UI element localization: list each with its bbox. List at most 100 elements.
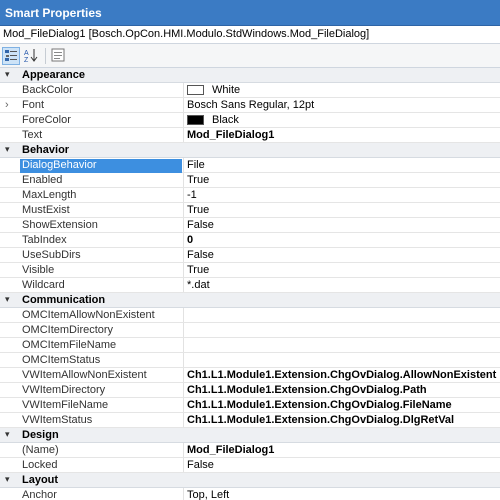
expand-chevron-icon[interactable]: ›: [5, 99, 9, 111]
property-name[interactable]: VWItemFileName: [22, 399, 182, 413]
property-row[interactable]: VWItemStatus Ch1.L1.Module1.Extension.Chg…: [0, 413, 500, 428]
property-value[interactable]: White: [212, 84, 240, 96]
category-behavior[interactable]: ▾ Behavior: [0, 143, 500, 158]
property-name[interactable]: OMCItemStatus: [22, 354, 182, 368]
property-pages-button[interactable]: [50, 47, 68, 65]
property-row[interactable]: VWItemFileName Ch1.L1.Module1.Extension.C…: [0, 398, 500, 413]
property-value[interactable]: Mod_FileDialog1: [187, 444, 274, 456]
property-row[interactable]: Visible True: [0, 263, 500, 278]
property-name[interactable]: OMCItemAllowNonExistent: [22, 309, 182, 323]
property-name[interactable]: Anchor: [22, 489, 182, 500]
property-name[interactable]: BackColor: [22, 84, 182, 98]
property-row[interactable]: BackColor White: [0, 83, 500, 98]
column-divider: [183, 278, 184, 292]
property-value[interactable]: Ch1.L1.Module1.Extension.ChgOvDialog.All…: [187, 369, 496, 381]
property-name[interactable]: UseSubDirs: [22, 249, 182, 263]
property-row[interactable]: ShowExtension False: [0, 218, 500, 233]
property-value[interactable]: File: [187, 159, 205, 171]
property-value[interactable]: False: [187, 219, 214, 231]
property-row[interactable]: Enabled True: [0, 173, 500, 188]
property-row[interactable]: UseSubDirs False: [0, 248, 500, 263]
property-value[interactable]: Ch1.L1.Module1.Extension.ChgOvDialog.Dlg…: [187, 414, 454, 426]
property-name[interactable]: Visible: [22, 264, 182, 278]
property-value[interactable]: Mod_FileDialog1: [187, 129, 274, 141]
property-name[interactable]: Enabled: [22, 174, 182, 188]
property-row[interactable]: OMCItemDirectory: [0, 323, 500, 338]
object-selector[interactable]: Mod_FileDialog1 [Bosch.OpCon.HMI.Modulo.…: [0, 26, 500, 44]
property-row[interactable]: DialogBehavior File: [0, 158, 500, 173]
property-name[interactable]: MaxLength: [22, 189, 182, 203]
property-row[interactable]: VWItemAllowNonExistent Ch1.L1.Module1.Ext…: [0, 368, 500, 383]
property-row[interactable]: Locked False: [0, 458, 500, 473]
property-name[interactable]: Font: [22, 99, 182, 113]
collapse-chevron-icon[interactable]: ▾: [5, 429, 10, 440]
property-value[interactable]: -1: [187, 189, 197, 201]
color-swatch: [187, 115, 204, 125]
property-name[interactable]: OMCItemFileName: [22, 339, 182, 353]
column-divider: [183, 218, 184, 232]
column-divider: [183, 383, 184, 397]
property-name[interactable]: ShowExtension: [22, 219, 182, 233]
property-row[interactable]: Text Mod_FileDialog1: [0, 128, 500, 143]
collapse-chevron-icon[interactable]: ▾: [5, 144, 10, 155]
category-layout[interactable]: ▾ Layout: [0, 473, 500, 488]
property-value[interactable]: Bosch Sans Regular, 12pt: [187, 99, 314, 111]
property-value[interactable]: False: [187, 249, 214, 261]
property-value[interactable]: True: [187, 204, 209, 216]
column-divider: [183, 98, 184, 112]
property-value[interactable]: Ch1.L1.Module1.Extension.ChgOvDialog.Pat…: [187, 384, 427, 396]
property-row[interactable]: OMCItemFileName: [0, 338, 500, 353]
property-row[interactable]: Wildcard *.dat: [0, 278, 500, 293]
category-communication[interactable]: ▾ Communication: [0, 293, 500, 308]
svg-text:Z: Z: [24, 57, 29, 63]
property-name[interactable]: VWItemDirectory: [22, 384, 182, 398]
property-row[interactable]: Anchor Top, Left: [0, 488, 500, 500]
property-value[interactable]: Ch1.L1.Module1.Extension.ChgOvDialog.Fil…: [187, 399, 452, 411]
alphabetical-sort-button[interactable]: A Z: [23, 47, 41, 65]
property-value[interactable]: Top, Left: [187, 489, 229, 500]
property-value[interactable]: 0: [187, 234, 193, 246]
property-name[interactable]: (Name): [22, 444, 182, 458]
column-divider: [183, 263, 184, 277]
column-divider: [183, 488, 184, 500]
property-name[interactable]: Locked: [22, 459, 182, 473]
property-row[interactable]: VWItemDirectory Ch1.L1.Module1.Extension.…: [0, 383, 500, 398]
property-row[interactable]: MaxLength -1: [0, 188, 500, 203]
property-value[interactable]: True: [187, 264, 209, 276]
category-label: Design: [22, 429, 59, 441]
column-divider: [183, 338, 184, 352]
svg-text:A: A: [24, 50, 29, 57]
property-name[interactable]: VWItemStatus: [22, 414, 182, 428]
property-row[interactable]: (Name) Mod_FileDialog1: [0, 443, 500, 458]
property-name[interactable]: TabIndex: [22, 234, 182, 248]
column-divider: [183, 398, 184, 412]
property-value[interactable]: False: [187, 459, 214, 471]
property-row[interactable]: TabIndex 0: [0, 233, 500, 248]
sort-az-icon: A Z: [24, 49, 38, 64]
property-name[interactable]: DialogBehavior: [20, 159, 182, 173]
categorized-view-button[interactable]: [2, 47, 20, 65]
category-design[interactable]: ▾ Design: [0, 428, 500, 443]
property-row[interactable]: OMCItemStatus: [0, 353, 500, 368]
property-row[interactable]: OMCItemAllowNonExistent: [0, 308, 500, 323]
category-appearance[interactable]: ▾ Appearance: [0, 68, 500, 83]
property-name[interactable]: Text: [22, 129, 182, 143]
property-row[interactable]: ForeColor Black: [0, 113, 500, 128]
toolbar: A Z: [0, 44, 500, 68]
property-name[interactable]: VWItemAllowNonExistent: [22, 369, 182, 383]
category-label: Appearance: [22, 69, 85, 81]
property-name[interactable]: ForeColor: [22, 114, 182, 128]
property-value[interactable]: *.dat: [187, 279, 210, 291]
property-name[interactable]: Wildcard: [22, 279, 182, 293]
column-divider: [183, 248, 184, 262]
property-name[interactable]: OMCItemDirectory: [22, 324, 182, 338]
property-value[interactable]: Black: [212, 114, 239, 126]
collapse-chevron-icon[interactable]: ▾: [5, 294, 10, 305]
collapse-chevron-icon[interactable]: ▾: [5, 474, 10, 485]
column-divider: [183, 233, 184, 247]
property-name[interactable]: MustExist: [22, 204, 182, 218]
collapse-chevron-icon[interactable]: ▾: [5, 69, 10, 80]
property-row[interactable]: MustExist True: [0, 203, 500, 218]
property-value[interactable]: True: [187, 174, 209, 186]
property-row[interactable]: › Font Bosch Sans Regular, 12pt: [0, 98, 500, 113]
